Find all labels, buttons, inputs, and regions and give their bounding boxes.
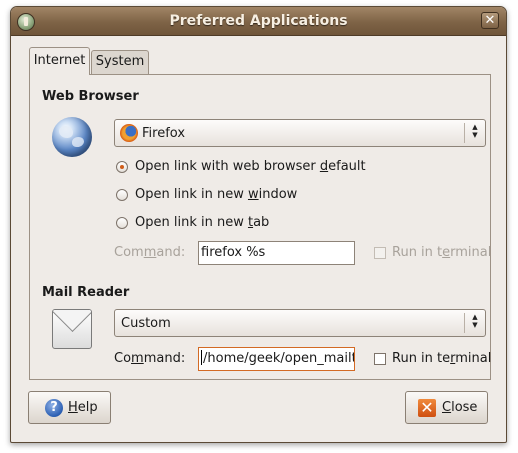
help-button[interactable]: ? Help (28, 391, 111, 424)
mail-reader-select-value: Custom (121, 316, 171, 331)
envelope-icon (52, 309, 92, 349)
spin-down-icon: ▼ (472, 131, 478, 139)
titlebar[interactable]: Preferred Applications ✕ (11, 7, 506, 36)
mail-command-input[interactable]: /home/geek/open_mailt (198, 347, 355, 371)
mail-command-label: Command: (114, 351, 186, 366)
radio-open-new-tab-label: Open link in new tab (135, 215, 270, 230)
preferred-applications-window: Preferred Applications ✕ System Internet… (10, 6, 507, 443)
radio-button-selected[interactable] (116, 161, 128, 173)
internet-tab-panel: Web Browser Firefox ▲ ▼ Open link with w… (29, 74, 491, 380)
help-icon: ? (45, 399, 63, 417)
browser-command-label: Command: (114, 245, 186, 260)
browser-run-in-terminal-checkbox[interactable] (374, 247, 386, 259)
tab-system[interactable]: System (91, 50, 149, 74)
window-close-button[interactable]: ✕ (481, 12, 499, 29)
web-browser-heading: Web Browser (42, 89, 139, 104)
help-button-label: Help (68, 400, 98, 415)
radio-button[interactable] (116, 189, 128, 201)
mail-command-value: /home/geek/open_mailt (203, 351, 355, 366)
radio-button[interactable] (116, 217, 128, 229)
close-button-label: Close (442, 400, 478, 415)
tab-internet[interactable]: Internet (29, 47, 90, 75)
globe-icon (52, 117, 92, 157)
mail-run-in-terminal-label: Run in terminal (392, 351, 492, 366)
combo-arrows-icon: ▲ ▼ (464, 313, 485, 333)
spin-up-icon: ▲ (472, 123, 478, 131)
firefox-icon (120, 124, 138, 142)
spin-up-icon: ▲ (472, 313, 478, 321)
tab-system-label: System (95, 54, 145, 69)
web-browser-select[interactable]: Firefox ▲ ▼ (114, 119, 486, 147)
window-title: Preferred Applications (169, 13, 348, 29)
browser-run-in-terminal-label: Run in terminal (392, 245, 492, 260)
web-browser-select-value: Firefox (142, 126, 186, 141)
radio-open-default-label: Open link with web browser default (135, 159, 366, 174)
browser-command-input[interactable]: firefox %s (198, 241, 355, 265)
tab-internet-label: Internet (33, 53, 86, 68)
mail-reader-select[interactable]: Custom ▲ ▼ (114, 309, 486, 337)
close-button[interactable]: ✕ Close (405, 391, 488, 424)
mail-reader-heading: Mail Reader (42, 285, 130, 300)
mail-run-in-terminal-checkbox[interactable] (374, 353, 386, 365)
radio-open-new-window-label: Open link in new window (135, 187, 298, 202)
spin-down-icon: ▼ (472, 321, 478, 329)
text-caret (201, 350, 202, 365)
close-icon: ✕ (418, 399, 436, 417)
combo-arrows-icon: ▲ ▼ (464, 123, 485, 143)
